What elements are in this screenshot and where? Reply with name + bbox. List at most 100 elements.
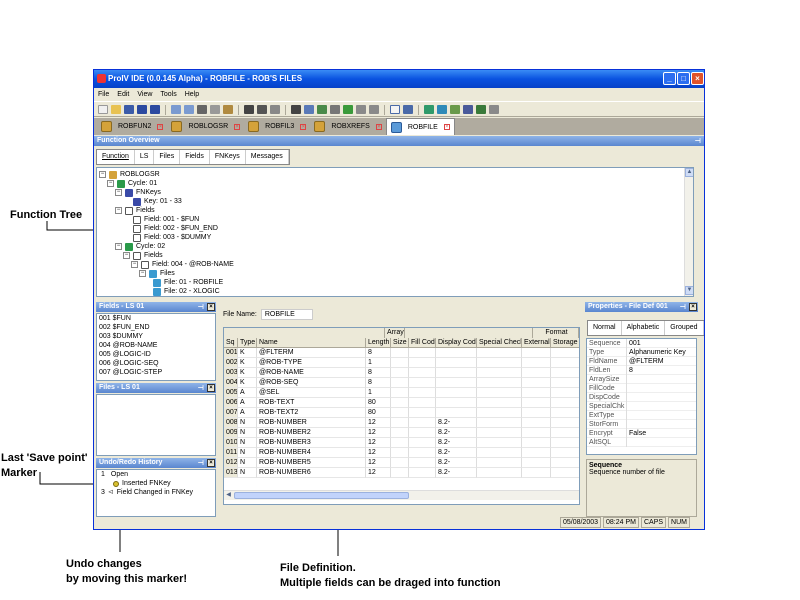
- table-cell[interactable]: [551, 368, 579, 378]
- table-cell[interactable]: 8: [366, 368, 391, 378]
- table-cell[interactable]: A: [238, 388, 257, 398]
- table-cell[interactable]: 010: [224, 438, 238, 448]
- table-cell[interactable]: 8.2-: [436, 438, 477, 448]
- collapse-icon[interactable]: −: [115, 243, 122, 250]
- tab-files[interactable]: Files: [154, 150, 181, 164]
- db-icon[interactable]: [424, 105, 434, 114]
- property-row[interactable]: FldName @FLTERM: [587, 357, 696, 366]
- table-cell[interactable]: [409, 368, 436, 378]
- table-cell[interactable]: 1: [366, 358, 391, 368]
- replace-icon[interactable]: [270, 105, 280, 114]
- menu-help[interactable]: Help: [185, 89, 199, 100]
- menu-view[interactable]: View: [137, 89, 152, 100]
- table-cell[interactable]: 003: [224, 368, 238, 378]
- table-cell[interactable]: [391, 348, 409, 358]
- table-cell[interactable]: N: [238, 458, 257, 468]
- table-row[interactable]: 006 A ROB-TEXT 80: [224, 398, 579, 408]
- collapse-icon[interactable]: −: [131, 261, 138, 268]
- cut-icon[interactable]: [197, 105, 207, 114]
- table-cell[interactable]: 004: [224, 378, 238, 388]
- table-cell[interactable]: [391, 458, 409, 468]
- table-cell[interactable]: 1: [366, 388, 391, 398]
- table-cell[interactable]: [522, 368, 551, 378]
- table-cell[interactable]: [522, 408, 551, 418]
- tab-ls[interactable]: LS: [135, 150, 155, 164]
- table-cell[interactable]: [522, 418, 551, 428]
- table-cell[interactable]: [551, 418, 579, 428]
- tab-fnkeys[interactable]: FNKeys: [210, 150, 246, 164]
- table-cell[interactable]: 002: [224, 358, 238, 368]
- col-fill-code[interactable]: Fill Code: [409, 338, 436, 348]
- tree-node-field-004[interactable]: − Field: 004 - @ROB-NAME: [131, 260, 234, 269]
- maximize-button[interactable]: □: [677, 72, 690, 85]
- collapse-icon[interactable]: −: [107, 180, 114, 187]
- property-value[interactable]: [627, 393, 696, 402]
- collapse-icon[interactable]: −: [99, 171, 106, 178]
- save-icon[interactable]: [124, 105, 134, 114]
- tree-node-key[interactable]: Key: 01 - 33: [133, 197, 182, 206]
- table-cell[interactable]: N: [238, 448, 257, 458]
- tree-node-fields-2[interactable]: − Fields: [123, 251, 163, 260]
- table-cell[interactable]: [551, 348, 579, 358]
- property-row[interactable]: StorForm: [587, 420, 696, 429]
- table-cell[interactable]: [522, 438, 551, 448]
- scroll-left-icon[interactable]: ◀: [224, 491, 233, 500]
- table-row[interactable]: 001 K @FLTERM 8: [224, 348, 579, 358]
- table-cell[interactable]: [477, 428, 522, 438]
- table-cell[interactable]: K: [238, 358, 257, 368]
- table-cell[interactable]: ROB-NUMBER5: [257, 458, 366, 468]
- table-cell[interactable]: [436, 388, 477, 398]
- hscroll-thumb[interactable]: [234, 492, 409, 499]
- table-cell[interactable]: [436, 368, 477, 378]
- collapse-icon[interactable]: −: [115, 207, 122, 214]
- table-cell[interactable]: 012: [224, 458, 238, 468]
- find-icon[interactable]: [244, 105, 254, 114]
- table-cell[interactable]: ROB-NUMBER2: [257, 428, 366, 438]
- col-size[interactable]: Size: [391, 338, 409, 348]
- menu-edit[interactable]: Edit: [117, 89, 129, 100]
- property-value[interactable]: [627, 438, 696, 447]
- table-cell[interactable]: 8.2-: [436, 468, 477, 478]
- menu-tools[interactable]: Tools: [160, 89, 176, 100]
- search-icon[interactable]: [291, 105, 301, 114]
- table-cell[interactable]: [409, 448, 436, 458]
- table-cell[interactable]: [391, 398, 409, 408]
- list-item[interactable]: 006 @LOGIC-SEQ: [97, 359, 215, 368]
- property-row[interactable]: Encrypt False: [587, 429, 696, 438]
- table-cell[interactable]: 8.2-: [436, 448, 477, 458]
- table-cell[interactable]: [477, 438, 522, 448]
- run-form-icon[interactable]: [390, 105, 400, 114]
- table-cell[interactable]: [551, 448, 579, 458]
- table-cell[interactable]: [436, 348, 477, 358]
- close-icon[interactable]: ×: [689, 303, 697, 311]
- table-cell[interactable]: ROB-NUMBER: [257, 418, 366, 428]
- property-row[interactable]: Type Alphanumeric Key: [587, 348, 696, 357]
- minimize-button[interactable]: _: [663, 72, 676, 85]
- table-cell[interactable]: @ROB-TYPE: [257, 358, 366, 368]
- table-cell[interactable]: ROB-NUMBER3: [257, 438, 366, 448]
- table-cell[interactable]: @SEL: [257, 388, 366, 398]
- open-icon[interactable]: [111, 105, 121, 114]
- table-cell[interactable]: [391, 388, 409, 398]
- table-cell[interactable]: [522, 448, 551, 458]
- align-icon[interactable]: [343, 105, 353, 114]
- property-row[interactable]: ArraySize: [587, 375, 696, 384]
- table-cell[interactable]: 12: [366, 418, 391, 428]
- close-tab-icon[interactable]: ×: [375, 123, 382, 130]
- close-tab-icon[interactable]: ×: [443, 124, 450, 130]
- property-row[interactable]: FillCode: [587, 384, 696, 393]
- table-cell[interactable]: 8.2-: [436, 428, 477, 438]
- outdent-icon[interactable]: [369, 105, 379, 114]
- collapse-icon[interactable]: −: [123, 252, 130, 259]
- table-cell[interactable]: [522, 348, 551, 358]
- col-length[interactable]: Length: [366, 338, 391, 348]
- copy-icon[interactable]: [210, 105, 220, 114]
- table-cell[interactable]: [522, 358, 551, 368]
- screen-icon[interactable]: [437, 105, 447, 114]
- table-cell[interactable]: 80: [366, 398, 391, 408]
- table-cell[interactable]: [477, 408, 522, 418]
- close-tab-icon[interactable]: ×: [157, 123, 164, 130]
- table-cell[interactable]: [551, 388, 579, 398]
- options-icon[interactable]: [489, 105, 499, 114]
- tree-node-cycle-02[interactable]: − Cycle: 02: [115, 242, 165, 251]
